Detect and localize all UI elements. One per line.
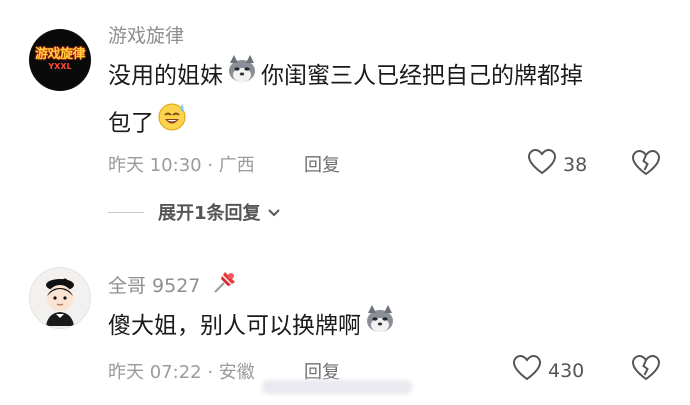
- avatar-logo-subtext: YXXL: [48, 62, 72, 72]
- username[interactable]: 游戏旋律: [108, 21, 184, 48]
- like-count: 430: [548, 359, 585, 382]
- reply-button[interactable]: 回复: [304, 151, 340, 177]
- dislike-button[interactable]: [631, 149, 661, 181]
- broken-heart-icon: [631, 149, 661, 181]
- heart-icon: [527, 148, 557, 181]
- dislike-button[interactable]: [631, 354, 661, 386]
- husky-emoji-icon: [225, 54, 259, 100]
- chevron-down-icon: [267, 202, 281, 223]
- like-count: 38: [563, 153, 588, 176]
- divider-line: [108, 211, 144, 213]
- comment-meta: 昨天 10:30 · 广西: [108, 155, 255, 176]
- watermark-blur: [262, 380, 412, 394]
- avatar[interactable]: [29, 267, 91, 329]
- pushpin-icon: [210, 268, 240, 300]
- expand-replies-button[interactable]: 展开1条回复: [108, 199, 281, 225]
- username[interactable]: 全哥 9527: [108, 271, 200, 298]
- comment-text-part: 包了: [108, 110, 154, 136]
- husky-emoji-icon: [363, 304, 397, 350]
- comment-text-part: 傻大姐，别人可以换牌啊: [108, 313, 361, 339]
- broken-heart-icon: [631, 354, 661, 386]
- comment-text: 没用的姐妹 你闺蜜三人已经把自己的牌都掉 包了: [108, 53, 668, 148]
- user-avatar-illustration: [46, 278, 74, 326]
- comment-meta: 昨天 07:22 · 安徽: [108, 362, 255, 383]
- comment-text-part: 你闺蜜三人已经把自己的牌都掉: [261, 63, 583, 89]
- comment-item: 全哥 9527 傻大姐，别人可以换牌啊 昨天 07:22 · 安徽 回复 430: [0, 235, 690, 405]
- like-button[interactable]: 38: [527, 148, 587, 181]
- avatar-logo-text: 游戏旋律: [34, 46, 86, 62]
- sweat-smile-emoji-icon: [156, 100, 188, 148]
- avatar[interactable]: 游戏旋律 YXXL: [29, 29, 91, 91]
- comment-text: 傻大姐，别人可以换牌啊: [108, 303, 668, 350]
- comment-text-part: 没用的姐妹: [108, 63, 223, 89]
- like-button[interactable]: 430: [512, 354, 584, 387]
- expand-replies-label: 展开1条回复: [158, 203, 261, 224]
- heart-icon: [512, 354, 542, 387]
- comment-item: 游戏旋律 YXXL 游戏旋律 没用的姐妹 你闺蜜三人已经把自己的牌都掉 包了 昨天…: [0, 0, 690, 235]
